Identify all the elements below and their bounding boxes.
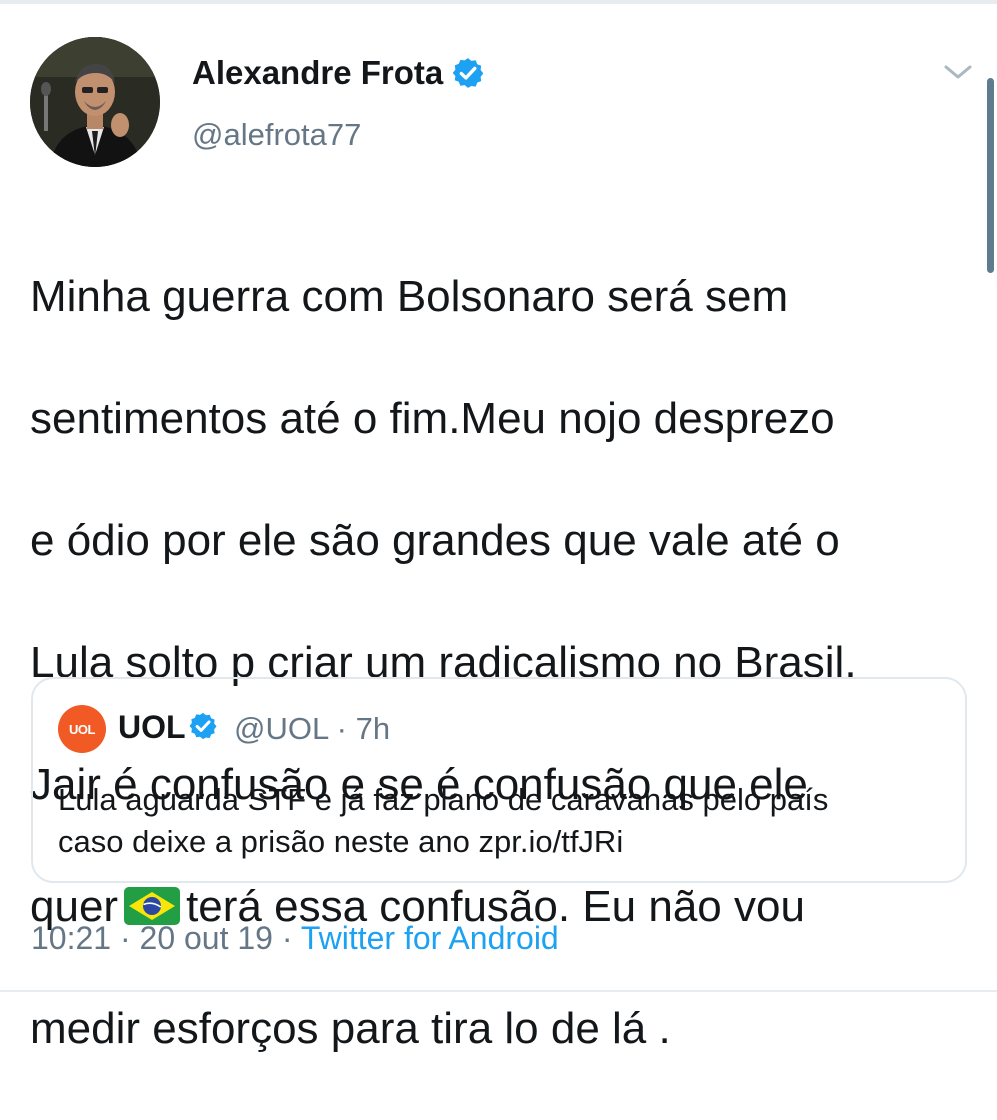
tweet-timestamp: 10:21 · 20 out 19 · Twitter for Android <box>31 920 559 956</box>
avatar-photo-icon <box>30 37 160 167</box>
quoted-text: Lula aguarda STF e já faz plano de carav… <box>58 782 829 859</box>
tweet-line: sentimentos até o fim.Meu nojo desprezo <box>30 394 835 443</box>
tweet-time: 10:21 <box>31 920 112 956</box>
tweet-line: Minha guerra com Bolsonaro será sem <box>30 272 789 321</box>
tweet-line: e ódio por ele são grandes que vale até … <box>30 516 840 565</box>
tweet-text: Minha guerra com Bolsonaro será sem sent… <box>30 205 975 1120</box>
author-name[interactable]: Alexandre Frota <box>192 54 443 92</box>
quoted-verified-badge-icon <box>189 712 217 740</box>
source-link[interactable]: Twitter for Android <box>301 920 559 956</box>
quoted-handle[interactable]: @UOL <box>234 711 328 746</box>
scrollbar[interactable] <box>987 78 994 273</box>
tweet-date: 20 out 19 <box>139 920 273 956</box>
verified-badge-icon <box>452 58 484 88</box>
uol-logo[interactable]: UOL <box>58 705 106 753</box>
bottom-divider <box>0 990 997 992</box>
chevron-down-icon[interactable] <box>940 58 976 86</box>
quoted-author-name[interactable]: UOL <box>118 709 186 746</box>
quoted-meta: @UOL · 7h <box>234 711 391 746</box>
quoted-time: 7h <box>355 711 391 746</box>
top-divider <box>0 0 997 4</box>
tweet-line: medir esforços para tira lo de lá . <box>30 1004 671 1053</box>
author-handle[interactable]: @alefrota77 <box>192 117 361 153</box>
avatar[interactable] <box>30 37 160 167</box>
